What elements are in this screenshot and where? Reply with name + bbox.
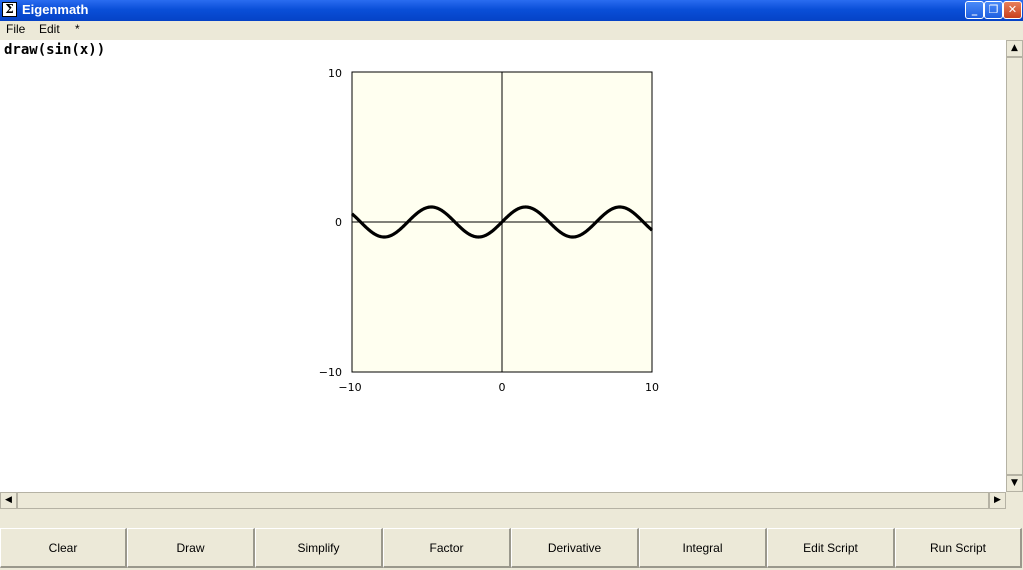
menu-star[interactable]: *	[75, 22, 80, 36]
y-tick-label-mid: 0	[335, 216, 342, 229]
horizontal-scrollbar[interactable]: ◀ ▶	[0, 492, 1006, 509]
window-title: Eigenmath	[22, 2, 89, 17]
button-toolbar: Clear Draw Simplify Factor Derivative In…	[0, 528, 1023, 570]
simplify-button[interactable]: Simplify	[255, 528, 383, 568]
maximize-button[interactable]: ❐	[984, 1, 1003, 19]
menu-file[interactable]: File	[6, 22, 25, 36]
title-bar[interactable]: Σ Eigenmath _ ❐ ✕	[0, 0, 1023, 21]
scroll-left-button[interactable]: ◀	[0, 492, 17, 509]
y-tick-label-top: 10	[328, 67, 342, 80]
x-tick-label-mid: 0	[499, 381, 506, 394]
draw-button[interactable]: Draw	[127, 528, 255, 568]
vertical-scroll-thumb[interactable]	[1006, 57, 1023, 475]
scroll-right-button[interactable]: ▶	[989, 492, 1006, 509]
run-script-button[interactable]: Run Script	[895, 528, 1022, 568]
minimize-button[interactable]: _	[965, 1, 984, 19]
integral-button[interactable]: Integral	[639, 528, 767, 568]
menu-bar: File Edit *	[0, 21, 1023, 40]
clear-button[interactable]: Clear	[0, 528, 127, 568]
close-button[interactable]: ✕	[1003, 1, 1022, 19]
derivative-button[interactable]: Derivative	[511, 528, 639, 568]
factor-button[interactable]: Factor	[383, 528, 511, 568]
y-tick-label-bottom: −10	[319, 366, 342, 379]
plot: 10 0 −10 −10 0 10	[319, 67, 659, 394]
output-area[interactable]: draw(sin(x)) 10 0 −10 −10 0 10	[0, 40, 1006, 492]
x-tick-label-right: 10	[645, 381, 659, 394]
scrollbar-corner	[1006, 492, 1023, 509]
horizontal-scroll-thumb[interactable]	[17, 492, 989, 509]
sigma-icon[interactable]: Σ	[2, 2, 17, 17]
scroll-down-button[interactable]: ▼	[1006, 475, 1023, 492]
vertical-scrollbar[interactable]: ▲ ▼	[1006, 40, 1023, 492]
scroll-up-button[interactable]: ▲	[1006, 40, 1023, 57]
edit-script-button[interactable]: Edit Script	[767, 528, 895, 568]
x-tick-label-left: −10	[338, 381, 361, 394]
menu-edit[interactable]: Edit	[39, 22, 60, 36]
